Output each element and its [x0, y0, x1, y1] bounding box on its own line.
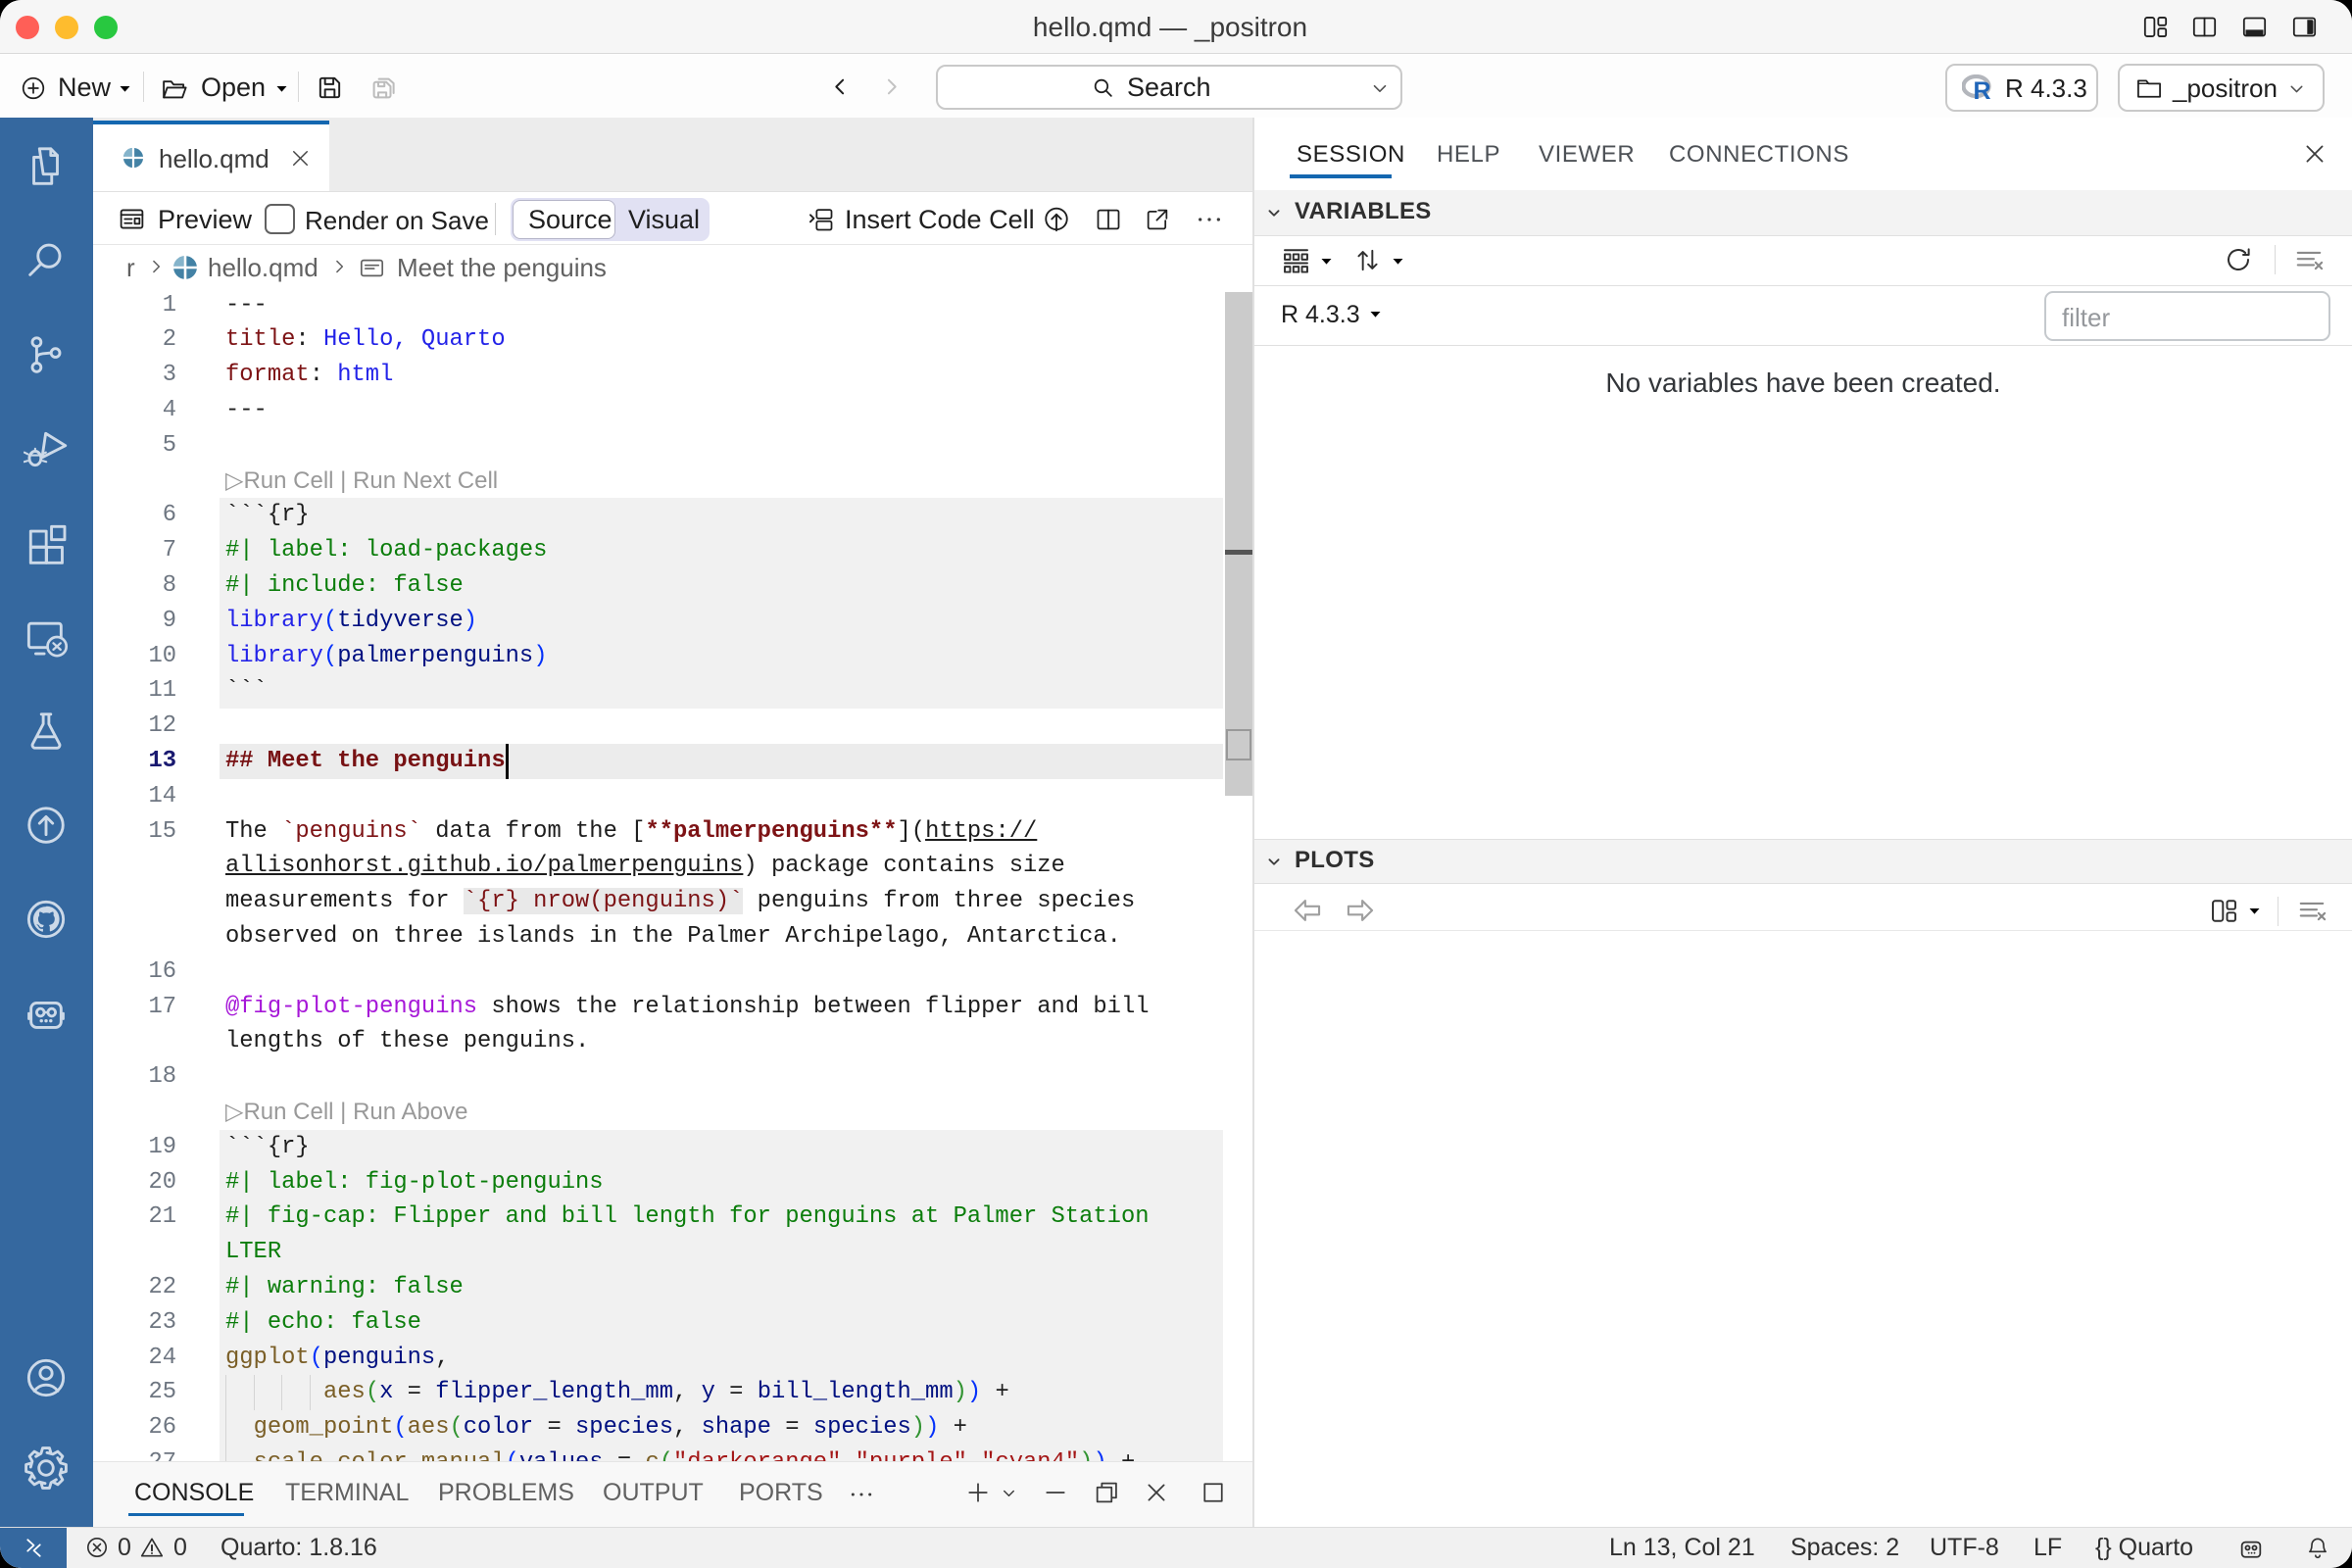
- svg-text:R: R: [1974, 77, 1991, 103]
